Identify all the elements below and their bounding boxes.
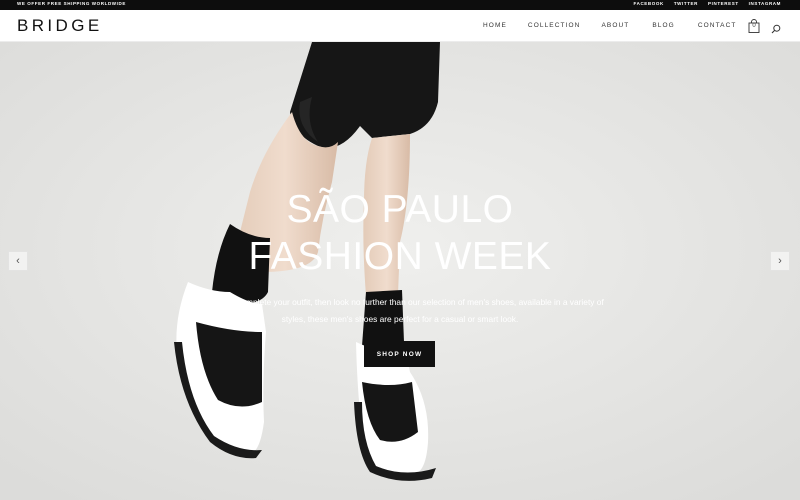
hero-slider: SÃO PAULO FASHION WEEK Looking to comple… <box>0 42 800 500</box>
slider-next-button[interactable]: › <box>770 251 790 271</box>
slider-prev-button[interactable]: ‹ <box>8 251 28 271</box>
shop-now-button[interactable]: SHOP NOW <box>364 341 435 367</box>
hero-title-line1: SÃO PAULO <box>286 188 514 231</box>
site-header: BRIDGE HOME COLLECTION ABOUT BLOG CONTAC… <box>0 10 800 42</box>
main-nav: HOME COLLECTION ABOUT BLOG CONTACT <box>470 22 736 29</box>
pinterest-link[interactable]: PINTEREST <box>708 1 739 6</box>
facebook-link[interactable]: FACEBOOK <box>634 1 664 6</box>
site-logo[interactable]: BRIDGE <box>17 16 103 36</box>
social-links: FACEBOOK TWITTER PINTEREST INSTAGRAM <box>634 1 782 6</box>
nav-blog[interactable]: BLOG <box>652 22 674 29</box>
nav-contact[interactable]: CONTACT <box>698 22 737 29</box>
shipping-promo: WE OFFER FREE SHIPPING WORLDWIDE <box>17 1 126 6</box>
nav-home[interactable]: HOME <box>483 22 507 29</box>
hero-description: Looking to complete your outfit, then lo… <box>196 297 604 324</box>
nav-about[interactable]: ABOUT <box>601 22 629 29</box>
nav-collection[interactable]: COLLECTION <box>528 22 581 29</box>
instagram-link[interactable]: INSTAGRAM <box>749 1 781 6</box>
chevron-left-icon: ‹ <box>16 255 20 267</box>
cart-count: 0 <box>752 23 756 29</box>
hero-title-line2: FASHION WEEK <box>248 235 552 278</box>
hero-title: SÃO PAULO FASHION WEEK <box>0 186 800 280</box>
chevron-right-icon: › <box>778 255 782 267</box>
announcement-bar: WE OFFER FREE SHIPPING WORLDWIDE FACEBOO… <box>0 0 800 10</box>
twitter-link[interactable]: TWITTER <box>674 1 698 6</box>
shopping-bag-icon[interactable]: 0 <box>748 19 760 33</box>
search-icon[interactable] <box>771 21 781 34</box>
